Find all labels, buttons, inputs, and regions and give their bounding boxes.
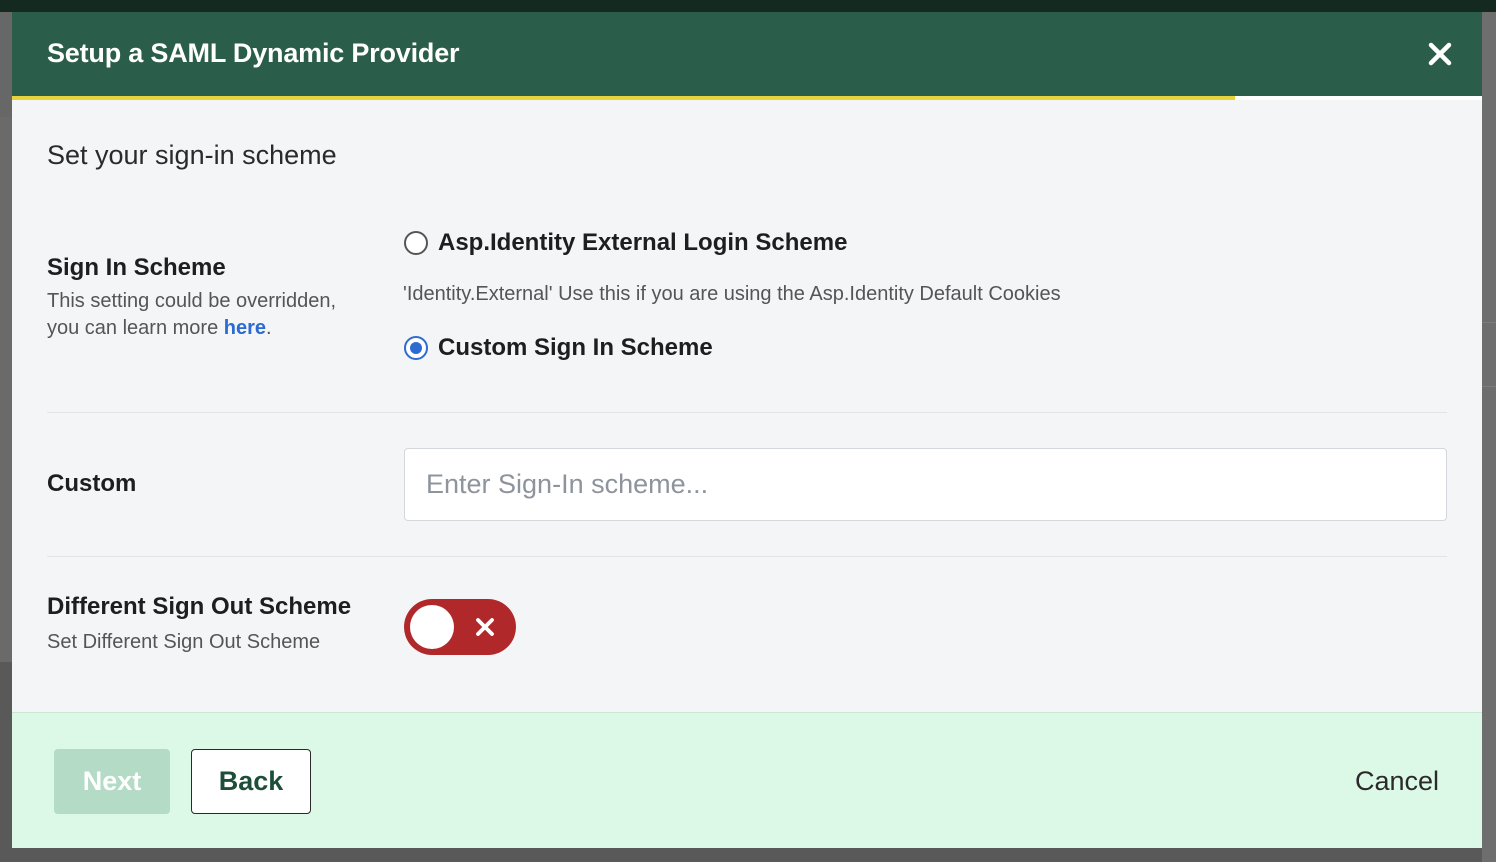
radio-asp-identity-external[interactable]: Asp.Identity External Login Scheme [404, 229, 847, 257]
radio-button-selected[interactable] [404, 336, 428, 360]
cancel-button[interactable]: Cancel [1332, 749, 1462, 814]
sign-out-scheme-toggle[interactable] [404, 599, 516, 655]
radio-button[interactable] [404, 231, 428, 255]
custom-scheme-input[interactable] [404, 448, 1447, 521]
next-button[interactable]: Next [54, 749, 170, 814]
backdrop-top-bar [0, 0, 1496, 12]
sign-in-scheme-label: Sign In Scheme [47, 254, 226, 281]
learn-more-link[interactable]: here [224, 317, 266, 339]
modal-title: Setup a SAML Dynamic Provider [47, 38, 460, 68]
section-divider [47, 556, 1447, 557]
step-heading: Set your sign-in scheme [47, 140, 337, 170]
modal-header: Setup a SAML Dynamic Provider [12, 12, 1482, 96]
x-icon [476, 618, 494, 636]
section-divider [47, 412, 1447, 413]
saml-setup-modal: Setup a SAML Dynamic Provider Set your s… [12, 12, 1482, 848]
backdrop-strip [0, 117, 12, 662]
radio-help-text: 'Identity.External' Use this if you are … [403, 283, 1061, 305]
custom-label: Custom [47, 470, 137, 497]
backdrop-strip [0, 12, 12, 117]
toggle-knob [410, 605, 454, 649]
radio-label: Custom Sign In Scheme [438, 334, 713, 361]
description-text: This setting could be overridden, you ca… [47, 290, 337, 339]
sign-out-scheme-description: Set Different Sign Out Scheme [47, 631, 321, 653]
backdrop-right-edge [1482, 12, 1496, 862]
radio-label: Asp.Identity External Login Scheme [438, 229, 848, 256]
close-button[interactable] [1422, 36, 1458, 72]
description-period: . [266, 317, 272, 339]
progress-bar [12, 96, 1482, 100]
back-button[interactable]: Back [191, 749, 311, 814]
close-icon [1428, 42, 1452, 66]
sign-out-scheme-label: Different Sign Out Scheme [47, 593, 352, 620]
modal-footer: Next Back Cancel [12, 712, 1482, 848]
radio-custom-sign-in-scheme[interactable]: Custom Sign In Scheme [404, 334, 713, 362]
sign-in-scheme-description: This setting could be overridden, you ca… [47, 288, 367, 342]
progress-fill [12, 96, 1236, 100]
